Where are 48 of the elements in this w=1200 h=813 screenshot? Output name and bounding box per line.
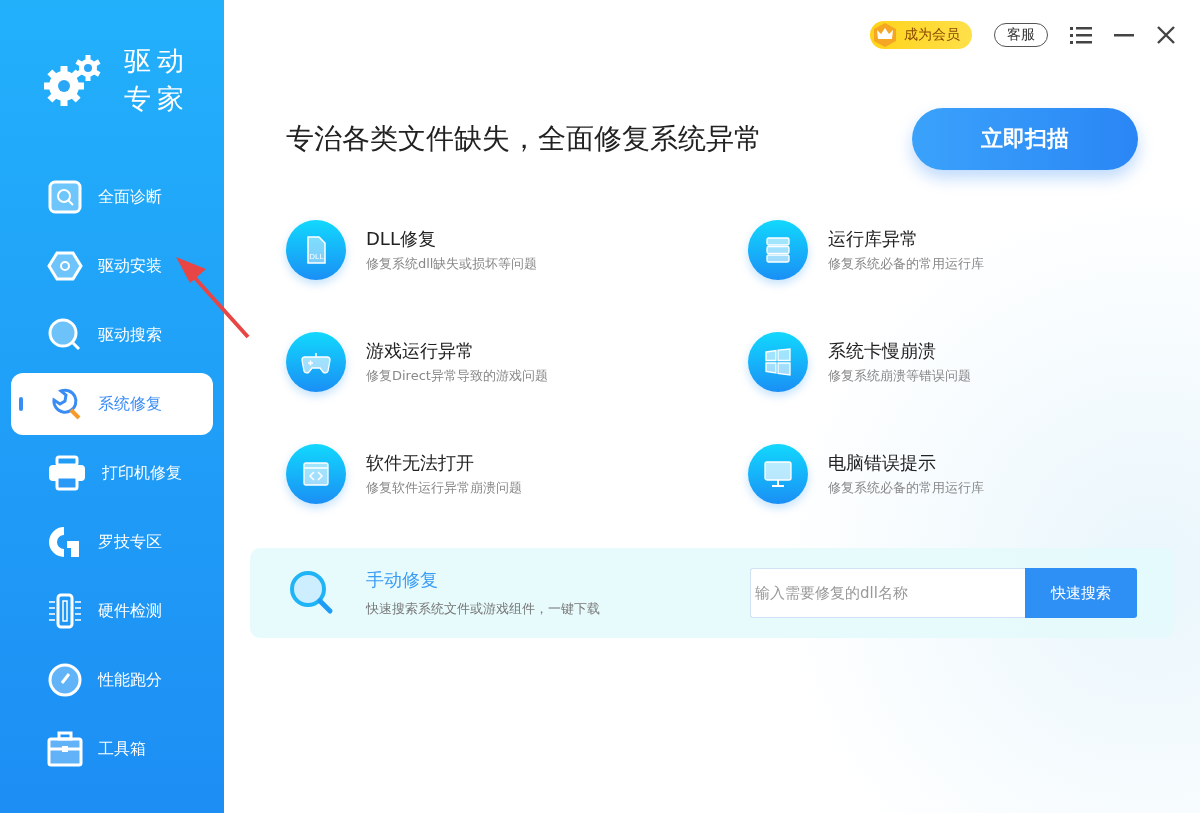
minimize-icon[interactable] — [1114, 33, 1134, 37]
toolbox-icon — [47, 731, 83, 767]
sidebar-item[interactable]: 全面诊断 — [11, 166, 213, 228]
crown-icon — [872, 22, 898, 48]
vip-button[interactable]: 成为会员 — [870, 21, 972, 49]
feature-description: 修复系统必备的常用运行库 — [828, 255, 984, 273]
feature-title: DLL修复 — [366, 227, 437, 251]
scan-button[interactable]: 立即扫描 — [912, 108, 1138, 170]
sidebar-item[interactable]: 驱动安装 — [11, 235, 213, 297]
feature-description: 修复软件运行异常崩溃问题 — [366, 479, 522, 497]
sidebar-item[interactable]: 打印机修复 — [11, 442, 213, 504]
feature-icon — [286, 332, 346, 392]
feature-icon — [748, 444, 808, 504]
dll-label: DLL — [309, 252, 324, 261]
sidebar-item[interactable]: 驱动搜索 — [11, 304, 213, 366]
chip-icon — [47, 593, 83, 629]
customer-service-button[interactable]: 客服 — [994, 23, 1048, 47]
selection-indicator — [19, 397, 23, 411]
feature-description: 修复系统dll缺失或损坏等问题 — [366, 255, 538, 273]
search-icon — [47, 317, 83, 353]
sidebar-item[interactable]: 硬件检测 — [11, 580, 213, 642]
menu-icon[interactable] — [1070, 26, 1092, 44]
feature-description: 修复系统必备的常用运行库 — [828, 479, 984, 497]
feature-title: 运行库异常 — [828, 227, 919, 251]
feature-icon — [748, 220, 808, 280]
feature-description: 修复系统崩溃等错误问题 — [828, 367, 971, 385]
feature-title: 电脑错误提示 — [828, 451, 937, 475]
feature-title: 游戏运行异常 — [366, 339, 475, 363]
magnifier-icon — [47, 179, 83, 215]
feature-icon — [286, 444, 346, 504]
feature-description: 修复Direct异常导致的游戏问题 — [366, 367, 548, 385]
sidebar-item[interactable]: 性能跑分 — [11, 649, 213, 711]
printer-icon — [47, 455, 87, 491]
feature-title: 软件无法打开 — [366, 451, 475, 475]
headline: 专治各类文件缺失，全面修复系统异常 — [286, 121, 762, 157]
dll-name-input[interactable]: 输入需要修复的dll名称 — [750, 568, 1025, 618]
app-title: 驱动 — [124, 44, 190, 78]
feature-icon — [748, 332, 808, 392]
quick-search-button[interactable]: 快速搜索 — [1025, 568, 1137, 618]
close-icon[interactable] — [1156, 25, 1176, 45]
sidebar-item[interactable]: 罗技专区 — [11, 511, 213, 573]
app-title: 专家 — [124, 82, 190, 116]
sidebar-item[interactable]: 工具箱 — [11, 718, 213, 780]
manual-repair-description: 快速搜索系统文件或游戏组件，一键下载 — [366, 600, 601, 618]
gauge-icon — [47, 662, 83, 698]
sidebar-item[interactable]: 系统修复 — [11, 373, 213, 435]
manual-repair-title: 手动修复 — [366, 568, 439, 592]
feature-title: 系统卡慢崩溃 — [828, 339, 937, 363]
